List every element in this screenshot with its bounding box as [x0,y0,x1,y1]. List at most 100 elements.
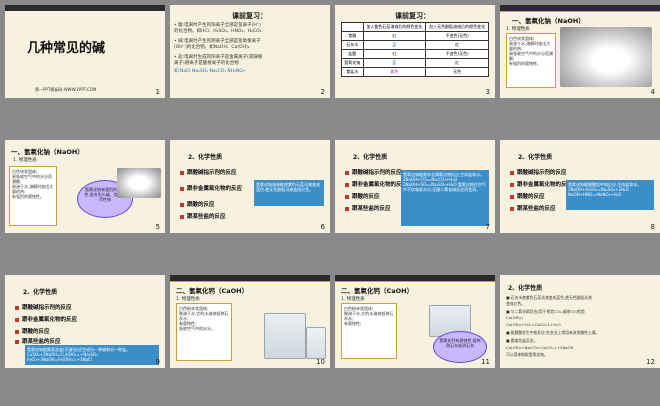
property-line: 易溶于水,溶解时放出大量的热; [12,184,54,194]
indicator-table: 加入紫色石蕊溶液后的颜色变化 加入无色酚酞溶液后的颜色变化 食醋 红 不变色(无… [341,22,489,77]
slide-line: 如:NaCl Na₂SO₄ Na₂CO₃ NH₄NO₃ [174,69,245,74]
slide-number: 1 [155,88,160,96]
table-cell: 不变色(无色) [425,31,489,41]
slide-line: 的化合物。如HCl、H₂SO₄、HNO₃、H₂CO₃ [174,29,262,34]
property-item: 跟酸的反应 [510,192,545,200]
property-item: 跟酸碱指示剂的反应 [15,303,72,311]
slide-number: 8 [650,223,655,231]
slide-title: 2、化学性质 [518,154,553,161]
property-item: 跟酸的反应 [180,200,215,208]
property-box: 白色粉末状固体; 微溶于水,它的水溶液俗称石灰水; 有腐蚀性; 吸收空气中的水分… [176,303,232,361]
slide-thumb-6[interactable]: 2、化学性质 跟酸碱指示剂的反应 跟非金属氧化物的反应 跟酸的反应 跟某些盐的反… [170,140,330,233]
table-cell: 红 [362,31,427,41]
slide-number: 4 [650,88,655,96]
property-box: 白色粉末状固体; 微溶于水,它的水溶液俗称石灰水; 有腐蚀性; [341,303,397,359]
note-box: 氢氧化钠能跟某些盐(可溶)反应生成另一种碱和另一种盐。 CuSO₄+2NaOH=… [25,345,159,365]
slide-subtitle: 1. 物理性质 [341,297,365,302]
slide-accent-line [170,281,330,282]
slide-line: ■ 石灰水使紫色石蕊试液变成蓝色,使无色酚酞试液 [506,295,592,300]
property-item: 跟非金属氧化物的反应 [180,184,242,192]
slide-thumb-2[interactable]: 课前复习： • 酸:电离时产生的阳离子全部是氢离子(H⁺) 的化合物。如HCl、… [170,5,330,98]
table-cell: 蓝 [362,58,427,68]
table-cell: 无色 [425,67,489,77]
table-cell: 红 [362,49,427,59]
bottle-photo [264,313,306,359]
note-box: 氢氧化钠能跟非金属氧化物反应,生成盐和水。 2NaOH+CO₂=Na₂CO₃+H… [401,170,489,226]
slide-line: ■ 跟某些盐反应。 [506,338,538,343]
naoh-photo [560,27,652,87]
table-cell: 石灰水 [341,40,364,50]
slide-thumb-9[interactable]: 2、化学性质 跟酸碱指示剂的反应 跟非金属氧化物的反应 跟酸的反应 跟某些盐的反… [5,275,165,368]
naoh-photo [117,168,161,198]
property-item: 跟酸碱指示剂的反应 [510,168,567,176]
property-box: 白色块状固体; 易吸收空气中的水分而潮解; 易溶于水,溶解时放出大量的热; 有强… [9,166,57,226]
table-header [341,22,364,32]
slide-title: 一、氢氧化钠（NaOH） [11,148,84,156]
table-row: 食盐水 紫色 无色 [341,67,489,77]
slide-number: 11 [481,358,490,366]
property-line: 吸收空气中的水分。 [179,326,215,331]
slide-subtitle: 1. 物理性质 [506,27,530,32]
slide-title: 二、氢氧化钙（CaOH） [176,287,249,295]
slide-line: ■ 能跟酸发生中和反应,在农业上常用来改良酸性土壤。 [506,330,600,335]
slide-accent-line [335,281,495,282]
property-line: 易吸收空气中的水分而潮解; [12,174,52,184]
slide-number: 12 [646,358,655,366]
slide-title: 2、化学性质 [23,289,58,296]
property-item: 跟某些盐的反应 [345,204,391,212]
table-cell: 红 [425,58,489,68]
slide-number: 5 [155,223,160,231]
table-cell: 蓝 [362,40,427,50]
slide-line: (OH⁻)的化合物。如NaOH、Ca(OH)₂ [174,45,250,50]
table-row: 石灰水 蓝 红 [341,40,489,50]
slide-line: 离子)阴离子是酸根离子的化合物 [174,61,239,66]
slide-accent-line [500,11,660,12]
property-item: 跟某些盐的反应 [180,212,226,220]
property-item: 跟某些盐的反应 [510,204,556,212]
table-cell: 氢氧化钠 [341,58,364,68]
slide-line: Ca(OH)₂+CO₂=CaCO₃↓+H₂O [506,322,561,327]
property-line: 微溶于水,它的水溶液俗称石灰水; [344,311,394,321]
slide-title: 2、化学性质 [508,285,543,292]
property-line: 易溶于水,溶解时放出大量的热; [509,41,551,51]
property-line: 微溶于水,它的水溶液俗称石灰水; [179,311,229,321]
slide-thumb-3[interactable]: 课前复习： 加入紫色石蕊溶液后的颜色变化 加入无色酚酞溶液后的颜色变化 食醋 红… [335,5,495,98]
table-cell: 不变色(无色) [425,49,489,59]
slide-thumb-10[interactable]: 二、氢氧化钙（CaOH） 1. 物理性质 白色粉末状固体; 微溶于水,它的水溶液… [170,275,330,368]
property-item: 跟非金属氧化物的反应 [510,180,572,188]
slide-number: 3 [485,88,490,96]
property-item: 跟酸的反应 [15,327,50,335]
slide-title: 课前复习： [395,12,430,20]
property-line: 易吸收空气中的水分而潮解; [509,51,553,61]
slide-subtitle: 1. 物理性质 [176,297,200,302]
slide-line: • 酸:电离时产生的阳离子全部是氢离子(H⁺) [174,23,261,28]
slide-number: 7 [485,223,490,231]
note-box: 氢氧化钠溶液能使紫色石蕊试液变成蓝色,使无色酚酞试液变成红色。 [254,180,324,206]
table-row: 食醋 红 不变色(无色) [341,31,489,41]
table-cell: 食醋 [341,31,364,41]
slide-title: 课前复习： [232,12,267,20]
table-cell: 盐酸 [341,49,364,59]
property-box: 白色块状固体; 易溶于水,溶解时放出大量的热; 易吸收空气中的水分而潮解; 有强… [506,33,556,88]
slide-number: 6 [320,223,325,231]
property-item: 跟酸碱指示剂的反应 [180,168,237,176]
slide-number: 2 [320,88,325,96]
property-line: 有腐蚀性; [344,321,362,326]
property-line: 有强烈的腐蚀性。 [509,61,541,66]
slide-thumb-1[interactable]: 几种常见的碱 第一PPT模板网-WWW.1PPT.COM 1 [5,5,165,98]
slide-line: • 盐:电离时生成的阳离子是金属离子(或铵根 [174,55,263,60]
slide-thumb-4[interactable]: 一、氢氧化钠（NaOH） 1. 物理性质 白色块状固体; 易溶于水,溶解时放出大… [500,5,660,98]
slide-title: 一、氢氧化钠（NaOH） [512,17,585,25]
slide-number: 9 [155,358,160,366]
table-cell: 紫色 [362,67,427,77]
slide-thumb-8[interactable]: 2、化学性质 跟酸碱指示剂的反应 跟非金属氧化物的反应 跟酸的反应 跟某些盐的反… [500,140,660,233]
slide-top-bar [5,5,165,11]
table-row: 盐酸 红 不变色(无色) [341,49,489,59]
property-item: 跟非金属氧化物的反应 [345,180,407,188]
slide-thumb-12[interactable]: 2、化学性质 ■ 石灰水使紫色石蕊试液变成蓝色,使无色酚酞试液 变成红色。 ■ … [500,275,660,368]
slide-thumb-11[interactable]: 二、氢氧化钙（CaOH） 1. 物理性质 白色粉末状固体; 微溶于水,它的水溶液… [335,275,495,368]
slide-thumb-7[interactable]: 2、化学性质 跟酸碱指示剂的反应 跟非金属氧化物的反应 跟酸的反应 跟某些盐的反… [335,140,495,233]
slide-subtitle: 1. 物理性质 [13,158,37,163]
slide-number: 10 [316,358,325,366]
slide-thumb-5[interactable]: 一、氢氧化钠（NaOH） 1. 物理性质 白色块状固体; 易吸收空气中的水分而潮… [5,140,165,233]
